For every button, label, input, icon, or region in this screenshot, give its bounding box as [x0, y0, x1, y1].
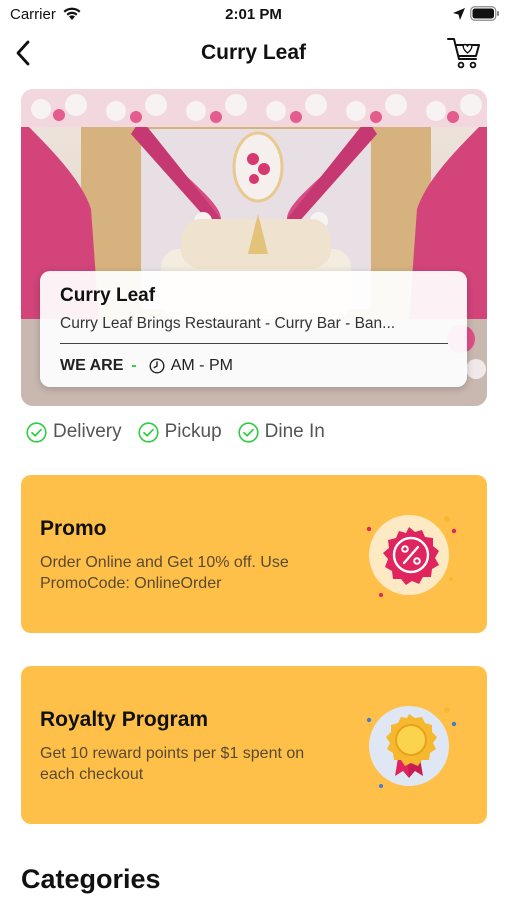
offer-description: Order Online and Get 10% off. Use PromoC… — [40, 554, 289, 592]
offer-title: Royalty Program — [40, 708, 209, 731]
battery-icon — [470, 6, 499, 21]
hours-row: WE ARE - AM - PM — [60, 355, 233, 377]
offer-description: Get 10 reward points per $1 spent on eac… — [40, 745, 305, 783]
chevron-left-icon — [16, 40, 30, 66]
check-circle-icon — [26, 421, 47, 443]
service-dine-in: Dine In — [238, 421, 325, 443]
restaurant-description: Curry Leaf Brings Restaurant - Curry Bar… — [60, 315, 396, 332]
back-button[interactable] — [12, 38, 36, 68]
navigation-bar: Curry Leaf — [0, 30, 507, 76]
cart-icon — [447, 38, 480, 69]
check-circle-icon — [138, 421, 159, 443]
restaurant-name: Curry Leaf — [60, 285, 156, 306]
service-pickup: Pickup — [138, 421, 222, 443]
discount-badge-icon — [366, 515, 457, 597]
royalty-program-card[interactable]: Royalty Program Get 10 reward points per… — [21, 666, 487, 824]
service-label: Pickup — [164, 421, 222, 442]
status-time: 2:01 PM — [225, 6, 282, 23]
page-title: Curry Leaf — [200, 41, 307, 64]
check-circle-icon — [238, 421, 259, 443]
opening-hours: AM - PM — [170, 357, 233, 374]
restaurant-info-card: Curry Leaf Curry Leaf Brings Restaurant … — [40, 271, 467, 387]
open-label: WE ARE — [60, 357, 124, 374]
offer-title: Promo — [40, 517, 107, 540]
promo-card[interactable]: Promo Order Online and Get 10% off. Use … — [21, 475, 487, 633]
status-bar: Carrier 2:01 PM — [0, 0, 507, 28]
award-medal-icon — [366, 706, 457, 788]
service-label: Dine In — [264, 421, 325, 442]
open-status: - — [131, 357, 137, 374]
categories-heading: Categories — [21, 864, 161, 894]
cart-button[interactable] — [446, 35, 482, 71]
service-delivery: Delivery — [26, 421, 122, 443]
service-options: Delivery Pickup Dine In — [26, 420, 341, 444]
service-label: Delivery — [53, 421, 122, 442]
clock-icon — [149, 358, 165, 374]
divider — [60, 343, 448, 344]
location-arrow-icon — [453, 8, 465, 20]
